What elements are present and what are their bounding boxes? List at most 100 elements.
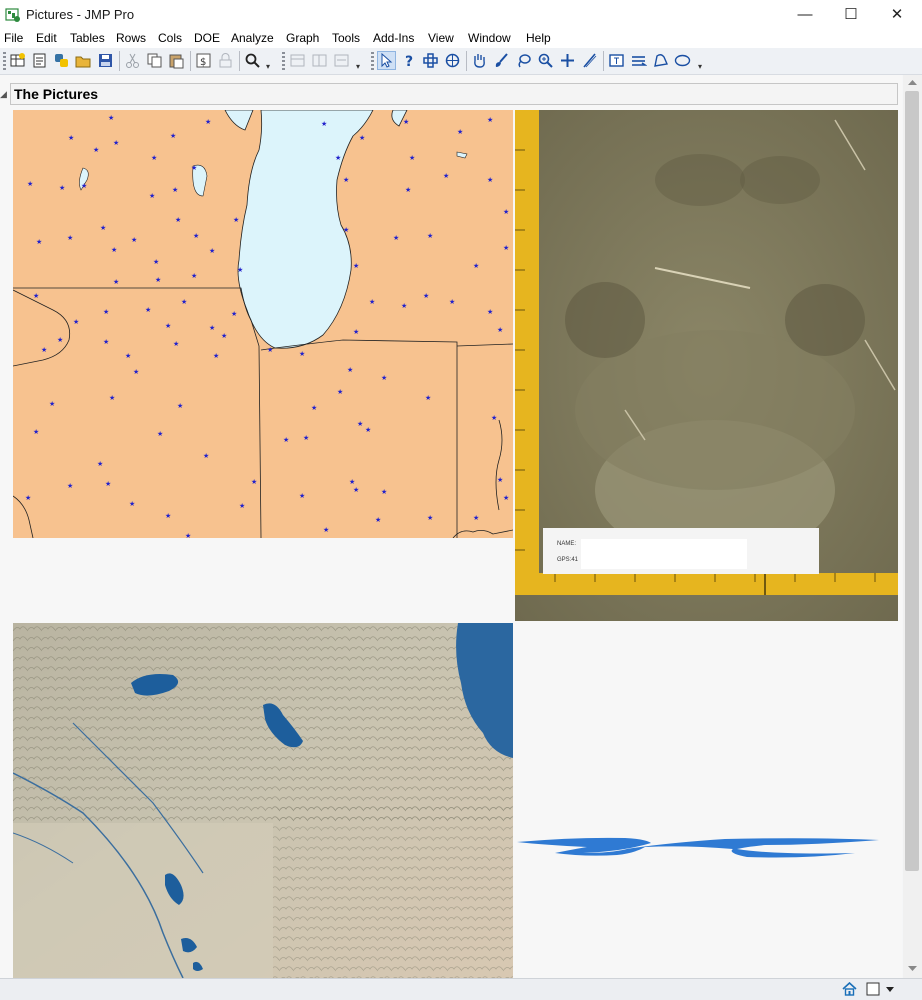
- svg-text:★: ★: [165, 512, 171, 520]
- help-tool-icon[interactable]: ?: [400, 52, 417, 69]
- paste-icon[interactable]: [168, 52, 185, 69]
- menu-file[interactable]: File: [4, 31, 23, 45]
- search-icon[interactable]: [244, 52, 261, 69]
- svg-text:★: ★: [209, 247, 215, 255]
- svg-text:★: ★: [425, 394, 431, 402]
- menu-help[interactable]: Help: [526, 31, 551, 45]
- copy-icon[interactable]: [146, 52, 163, 69]
- polygon-tool-icon[interactable]: [652, 52, 669, 69]
- svg-text:★: ★: [423, 292, 429, 300]
- new-data-table-icon[interactable]: [9, 52, 26, 69]
- svg-text:★: ★: [335, 154, 341, 162]
- svg-text:★: ★: [403, 118, 409, 126]
- open-icon[interactable]: [75, 52, 92, 69]
- svg-text:★: ★: [113, 139, 119, 147]
- menu-view[interactable]: View: [428, 31, 454, 45]
- svg-text:★: ★: [133, 368, 139, 376]
- hand-tool-icon[interactable]: [471, 52, 488, 69]
- tools-dropdown-icon[interactable]: ▾: [698, 62, 702, 71]
- svg-text:★: ★: [113, 278, 119, 286]
- svg-text:★: ★: [427, 232, 433, 240]
- plus-tool-icon[interactable]: [559, 52, 576, 69]
- table-grid-icon[interactable]: [289, 52, 306, 69]
- python-icon[interactable]: [53, 52, 70, 69]
- home-icon[interactable]: [842, 982, 857, 996]
- columns-icon[interactable]: [311, 52, 328, 69]
- formula-icon[interactable]: [333, 52, 350, 69]
- menu-tools[interactable]: Tools: [332, 31, 360, 45]
- toolbar-grip[interactable]: [3, 52, 6, 70]
- scroll-up-icon[interactable]: [908, 79, 917, 86]
- svg-text:★: ★: [299, 492, 305, 500]
- arrow-tool-icon[interactable]: [377, 51, 396, 70]
- menu-rows[interactable]: Rows: [116, 31, 146, 45]
- svg-text:★: ★: [203, 452, 209, 460]
- picture-blue-brushstroke[interactable]: [515, 623, 898, 978]
- annotate-tool-icon[interactable]: [608, 52, 625, 69]
- svg-text:★: ★: [353, 486, 359, 494]
- midwest-map-image: ★ ★ ★ ★ ★ ★ ★ ★ ★ ★ ★ ★ ★ ★ ★ ★ ★ ★ ★ ★ ★ ★ ★ ★ ★ ★ ★ ★ ★ ★ ★ ★ ★ ★…: [13, 110, 513, 538]
- toolbar-grip-3[interactable]: [371, 52, 374, 70]
- grabber-tool-icon[interactable]: [444, 52, 461, 69]
- picture-midwest-map[interactable]: ★ ★ ★ ★ ★ ★ ★ ★ ★ ★ ★ ★ ★ ★ ★ ★ ★ ★ ★ ★ ★ ★ ★ ★ ★ ★ ★ ★ ★ ★ ★ ★ ★ ★…: [13, 110, 513, 538]
- svg-text:★: ★: [497, 476, 503, 484]
- oval-tool-icon[interactable]: [674, 52, 691, 69]
- svg-text:★: ★: [321, 120, 327, 128]
- menu-cols[interactable]: Cols: [158, 31, 182, 45]
- picture-bear-footprint[interactable]: NAME: GPS:41: [515, 110, 898, 621]
- journal-icon[interactable]: $: [195, 52, 212, 69]
- picture-relief-map[interactable]: [13, 623, 513, 978]
- lasso-tool-icon[interactable]: [515, 52, 532, 69]
- new-script-icon[interactable]: [31, 52, 48, 69]
- brushstroke-image: [515, 623, 898, 978]
- svg-text:★: ★: [221, 332, 227, 340]
- close-button[interactable]: ✕: [874, 0, 920, 30]
- svg-text:★: ★: [33, 428, 39, 436]
- svg-text:★: ★: [145, 306, 151, 314]
- report-window: ◢ The Pictures ★ ★ ★ ★ ★ ★ ★ ★ ★ ★ ★ ★ ★ ★ ★ ★ ★ ★ ★ ★: [0, 75, 902, 978]
- svg-text:★: ★: [409, 154, 415, 162]
- svg-text:★: ★: [129, 500, 135, 508]
- svg-text:★: ★: [365, 426, 371, 434]
- svg-text:★: ★: [487, 308, 493, 316]
- svg-text:★: ★: [103, 338, 109, 346]
- lock-icon[interactable]: [217, 52, 234, 69]
- svg-text:★: ★: [427, 514, 433, 522]
- line-tool-icon[interactable]: [581, 52, 598, 69]
- brush-tool-icon[interactable]: [493, 52, 510, 69]
- menu-window[interactable]: Window: [468, 31, 511, 45]
- svg-text:★: ★: [503, 208, 509, 216]
- svg-text:★: ★: [239, 502, 245, 510]
- svg-text:★: ★: [343, 176, 349, 184]
- svg-text:★: ★: [209, 324, 215, 332]
- simple-shape-icon[interactable]: [630, 52, 647, 69]
- crosshair-tool-icon[interactable]: [422, 52, 439, 69]
- svg-text:★: ★: [497, 326, 503, 334]
- table-dropdown-icon[interactable]: ▾: [356, 62, 360, 71]
- svg-text:★: ★: [25, 494, 31, 502]
- menu-analyze[interactable]: Analyze: [231, 31, 274, 45]
- maximize-button[interactable]: ☐: [828, 0, 874, 30]
- menu-doe[interactable]: DOE: [194, 31, 220, 45]
- scroll-down-icon[interactable]: [908, 965, 917, 972]
- cut-icon[interactable]: [124, 52, 141, 69]
- minimize-button[interactable]: —: [782, 0, 828, 30]
- menu-edit[interactable]: Edit: [36, 31, 57, 45]
- svg-text:★: ★: [473, 262, 479, 270]
- svg-text:★: ★: [251, 478, 257, 486]
- scrollbar-thumb[interactable]: [905, 91, 919, 871]
- svg-text:★: ★: [191, 272, 197, 280]
- menu-add-ins[interactable]: Add-Ins: [373, 31, 414, 45]
- menu-graph[interactable]: Graph: [286, 31, 319, 45]
- search-dropdown-icon[interactable]: ▾: [266, 62, 270, 71]
- window-list-icon[interactable]: [866, 982, 896, 996]
- menu-tables[interactable]: Tables: [70, 31, 105, 45]
- outline-box-header[interactable]: The Pictures: [10, 83, 898, 105]
- svg-text:?: ?: [405, 54, 413, 69]
- svg-text:★: ★: [381, 374, 387, 382]
- toolbar-grip-2[interactable]: [282, 52, 285, 70]
- save-icon[interactable]: [97, 52, 114, 69]
- magnifier-tool-icon[interactable]: [537, 52, 554, 69]
- svg-text:★: ★: [401, 302, 407, 310]
- disclosure-triangle-icon[interactable]: ◢: [0, 89, 7, 100]
